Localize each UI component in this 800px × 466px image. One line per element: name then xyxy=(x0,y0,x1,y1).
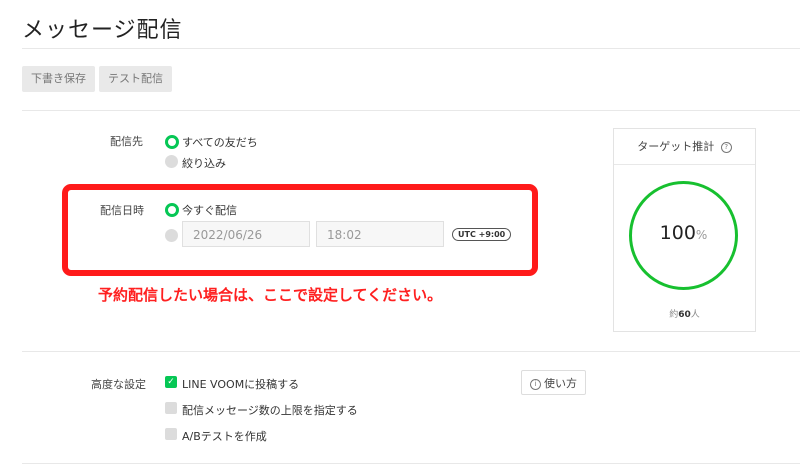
how-to-use-label: 使い方 xyxy=(544,377,577,390)
divider xyxy=(22,351,800,352)
target-estimate-title-text: ターゲット推計 xyxy=(637,140,715,153)
target-estimate-title: ターゲット推計 ? xyxy=(614,129,755,165)
radio-all-friends[interactable] xyxy=(165,135,179,149)
option-filter-label: 絞り込み xyxy=(182,157,226,170)
test-send-button[interactable]: テスト配信 xyxy=(99,66,172,92)
divider xyxy=(22,110,800,111)
radio-filter[interactable] xyxy=(165,155,178,168)
divider xyxy=(22,48,800,49)
save-draft-button[interactable]: 下書き保存 xyxy=(22,66,95,92)
target-count-unit: 人 xyxy=(690,310,700,320)
advanced-settings-label: 高度な設定 xyxy=(91,378,146,391)
target-percent: 100% xyxy=(632,222,735,244)
line-voom-label: LINE VOOMに投稿する xyxy=(182,378,300,391)
how-to-use-button[interactable]: i 使い方 xyxy=(521,370,586,395)
highlight-box xyxy=(62,184,538,276)
message-limit-label: 配信メッセージ数の上限を指定する xyxy=(182,404,358,417)
target-count-value: 60 xyxy=(678,310,691,320)
recipient-label: 配信先 xyxy=(110,135,143,148)
info-icon: i xyxy=(530,378,541,390)
target-percent-value: 100 xyxy=(659,222,696,244)
ab-test-label: A/Bテストを作成 xyxy=(182,430,267,443)
target-estimate-card: ターゲット推計 ? 100% 約60人 xyxy=(613,128,756,332)
checkbox-ab-test[interactable] xyxy=(165,428,177,440)
target-percent-unit: % xyxy=(695,228,708,242)
target-count-prefix: 約 xyxy=(669,310,679,320)
target-count: 約60人 xyxy=(614,307,755,320)
page-title: メッセージ配信 xyxy=(22,18,183,43)
annotation-text: 予約配信したい場合は、ここで設定してください。 xyxy=(98,286,443,304)
target-gauge: 100% xyxy=(629,181,738,290)
info-icon[interactable]: ? xyxy=(720,141,732,153)
option-all-friends-label: すべての友だち xyxy=(182,136,258,149)
checkbox-message-limit[interactable] xyxy=(165,402,177,414)
divider xyxy=(22,463,800,464)
checkbox-line-voom[interactable]: ✓ xyxy=(165,376,177,388)
